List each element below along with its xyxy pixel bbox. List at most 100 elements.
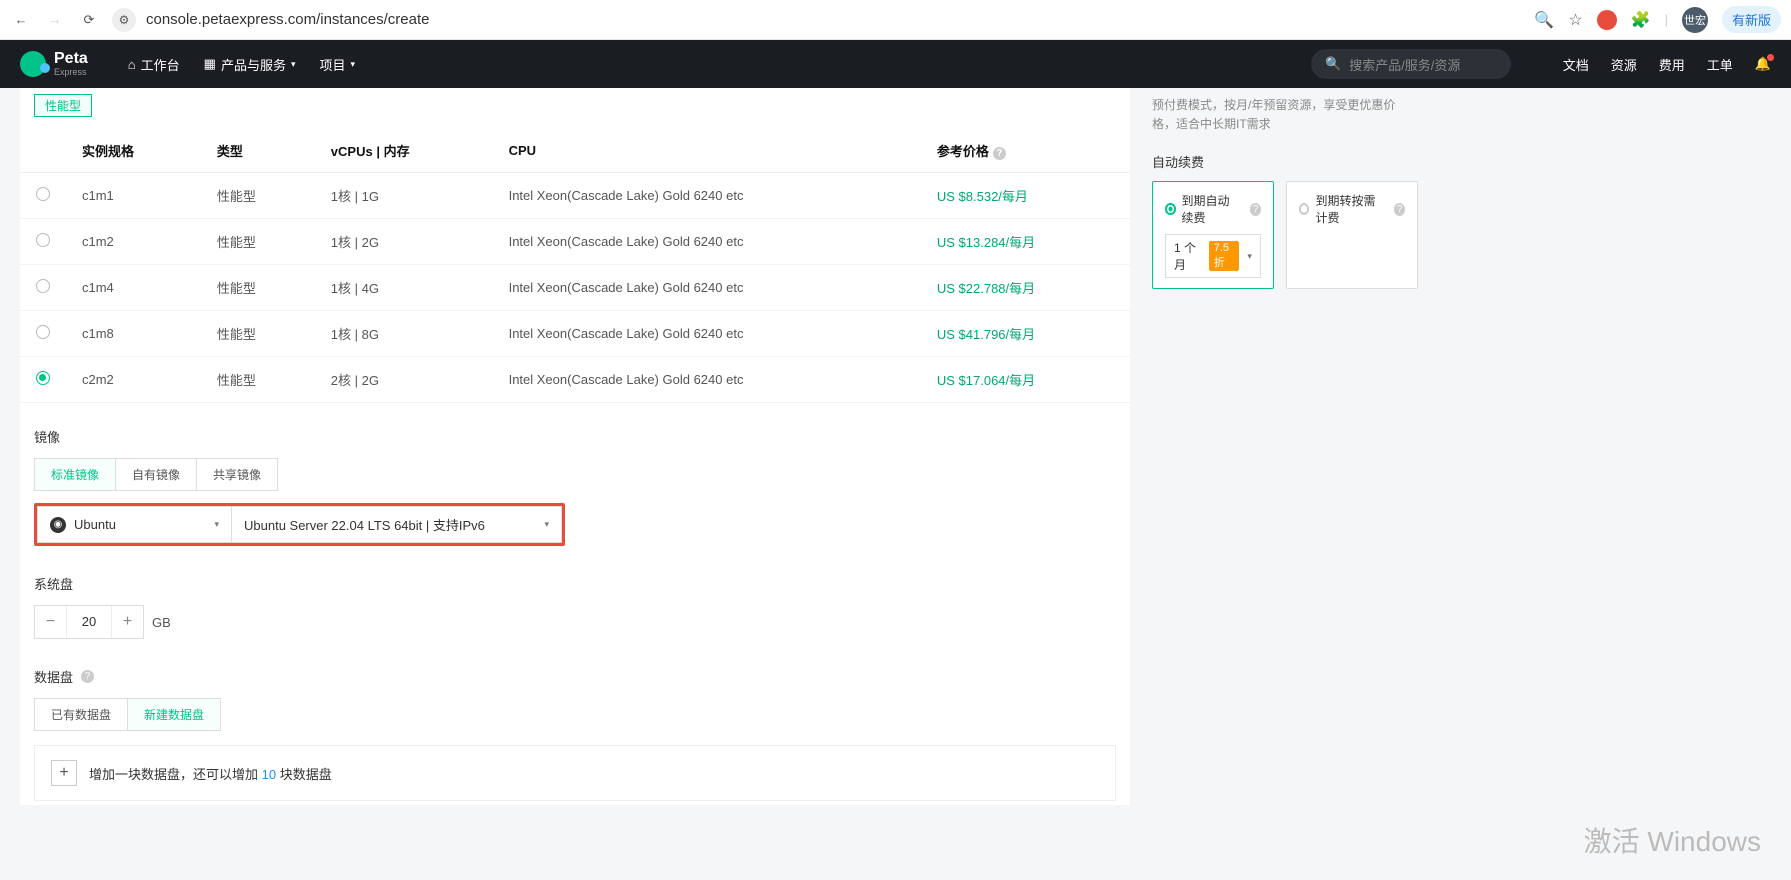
tab-standard-image[interactable]: 标准镜像: [35, 459, 116, 490]
nav-resources[interactable]: 资源: [1611, 55, 1637, 74]
cell-cpu: Intel Xeon(Cascade Lake) Gold 6240 etc: [493, 265, 921, 311]
convert-ondemand-option[interactable]: 到期转按需计费 ?: [1286, 181, 1418, 289]
table-row[interactable]: c1m2性能型1核 | 2GIntel Xeon(Cascade Lake) G…: [20, 219, 1130, 265]
cell-vcpu: 1核 | 2G: [315, 219, 493, 265]
radio-icon[interactable]: [36, 279, 50, 293]
forward-icon[interactable]: →: [44, 9, 66, 31]
zoom-icon[interactable]: 🔍: [1534, 10, 1554, 30]
sysdisk-stepper: − 20 + GB: [34, 605, 1116, 639]
nav-tickets[interactable]: 工单: [1707, 55, 1733, 74]
cell-type: 性能型: [201, 311, 315, 357]
tab-existing-disk[interactable]: 已有数据盘: [35, 699, 128, 730]
cell-spec: c1m2: [66, 219, 201, 265]
search-icon: 🔍: [1325, 56, 1341, 72]
logo[interactable]: Peta Express: [20, 51, 88, 77]
add-disk-row[interactable]: + 增加一块数据盘，还可以增加 10 块数据盘: [34, 745, 1116, 801]
cell-price: US $17.064/每月: [921, 357, 1130, 403]
auto-renew-label: 自动续费: [1152, 152, 1418, 171]
cell-vcpu: 1核 | 1G: [315, 173, 493, 219]
table-row[interactable]: c2m2性能型2核 | 2GIntel Xeon(Cascade Lake) G…: [20, 357, 1130, 403]
os-version-select[interactable]: Ubuntu Server 22.04 LTS 64bit | 支持IPv6 ▾: [232, 506, 562, 543]
extension-icon[interactable]: [1597, 10, 1617, 30]
chevron-down-icon: ▾: [1247, 251, 1252, 262]
cell-type: 性能型: [201, 357, 315, 403]
star-icon[interactable]: ☆: [1568, 10, 1582, 30]
radio-icon[interactable]: [36, 371, 50, 385]
cell-price: US $13.284/每月: [921, 219, 1130, 265]
auto-renew-option[interactable]: 到期自动续费 ? 1 个月 7.5折 ▾: [1152, 181, 1274, 289]
chevron-down-icon: ▾: [351, 59, 356, 70]
top-nav: Peta Express ⌂ 工作台 ▦ 产品与服务 ▾ 项目 ▾ 🔍 搜索产品…: [0, 40, 1791, 88]
table-row[interactable]: c1m4性能型1核 | 4GIntel Xeon(Cascade Lake) G…: [20, 265, 1130, 311]
th-cpu: CPU: [493, 129, 921, 173]
cell-type: 性能型: [201, 219, 315, 265]
spec-type-tag[interactable]: 性能型: [34, 94, 92, 117]
search-placeholder: 搜索产品/服务/资源: [1349, 55, 1460, 74]
convert-option-label: 到期转按需计费: [1315, 192, 1384, 226]
os-select-value: Ubuntu: [74, 517, 116, 532]
notification-dot: [1767, 54, 1774, 61]
tab-own-image[interactable]: 自有镜像: [116, 459, 197, 490]
table-row[interactable]: c1m1性能型1核 | 1GIntel Xeon(Cascade Lake) G…: [20, 173, 1130, 219]
radio-icon: [1165, 203, 1176, 215]
cell-price: US $41.796/每月: [921, 311, 1130, 357]
info-icon[interactable]: ?: [1250, 203, 1261, 216]
update-button[interactable]: 有新版: [1722, 6, 1781, 33]
cell-cpu: Intel Xeon(Cascade Lake) Gold 6240 etc: [493, 357, 921, 403]
os-select[interactable]: ◉ Ubuntu ▾: [37, 506, 232, 543]
cell-cpu: Intel Xeon(Cascade Lake) Gold 6240 etc: [493, 311, 921, 357]
back-icon[interactable]: ←: [10, 9, 32, 31]
cell-spec: c1m1: [66, 173, 201, 219]
notifications-icon[interactable]: 🔔: [1755, 56, 1771, 72]
table-row[interactable]: c1m8性能型1核 | 8GIntel Xeon(Cascade Lake) G…: [20, 311, 1130, 357]
nav-project[interactable]: 项目 ▾: [320, 55, 356, 74]
cell-type: 性能型: [201, 265, 315, 311]
datadisk-section-title: 数据盘 ?: [34, 667, 1116, 686]
url-text: console.petaexpress.com/instances/create: [146, 11, 429, 28]
decrease-button[interactable]: −: [35, 606, 67, 638]
cell-type: 性能型: [201, 173, 315, 219]
grid-icon: ▦: [204, 56, 216, 72]
plus-icon[interactable]: +: [51, 760, 77, 786]
info-icon[interactable]: ?: [1394, 203, 1405, 216]
add-disk-text: 增加一块数据盘，还可以增加 10 块数据盘: [89, 764, 332, 783]
extensions-icon[interactable]: 🧩: [1631, 10, 1651, 30]
info-icon[interactable]: ?: [81, 670, 94, 683]
th-type: 类型: [201, 129, 315, 173]
th-price: 参考价格?: [921, 129, 1130, 173]
profile-avatar[interactable]: 世宏: [1682, 7, 1708, 33]
radio-icon[interactable]: [36, 325, 50, 339]
increase-button[interactable]: +: [111, 606, 143, 638]
nav-billing[interactable]: 费用: [1659, 55, 1685, 74]
windows-watermark: 激活 Windows: [1584, 820, 1761, 860]
info-icon[interactable]: ?: [993, 147, 1006, 160]
address-bar[interactable]: ⚙ console.petaexpress.com/instances/crea…: [112, 8, 1522, 32]
cell-spec: c1m8: [66, 311, 201, 357]
logo-text: Peta: [54, 51, 88, 67]
reload-icon[interactable]: ⟳: [78, 9, 100, 31]
image-section-title: 镜像: [34, 427, 1116, 446]
nav-products[interactable]: ▦ 产品与服务 ▾: [204, 55, 296, 74]
home-icon: ⌂: [128, 57, 136, 72]
nav-docs[interactable]: 文档: [1563, 55, 1589, 74]
prepay-note: 预付费模式，按月/年预留资源，享受更优惠价格，适合中长期IT需求: [1152, 96, 1418, 134]
radio-icon: [1299, 203, 1310, 215]
image-tabs: 标准镜像 自有镜像 共享镜像: [34, 458, 278, 491]
nav-workspace[interactable]: ⌂ 工作台: [128, 55, 180, 74]
radio-icon[interactable]: [36, 187, 50, 201]
tab-shared-image[interactable]: 共享镜像: [197, 459, 277, 490]
search-input[interactable]: 🔍 搜索产品/服务/资源: [1311, 49, 1511, 79]
tab-new-disk[interactable]: 新建数据盘: [128, 699, 220, 730]
nav-products-label: 产品与服务: [221, 55, 286, 74]
cell-spec: c2m2: [66, 357, 201, 403]
cell-cpu: Intel Xeon(Cascade Lake) Gold 6240 etc: [493, 219, 921, 265]
radio-icon[interactable]: [36, 233, 50, 247]
cell-vcpu: 2核 | 2G: [315, 357, 493, 403]
th-vcpu: vCPUs | 内存: [315, 129, 493, 173]
duration-select[interactable]: 1 个月 7.5折 ▾: [1165, 234, 1261, 278]
sysdisk-value[interactable]: 20: [67, 606, 111, 638]
image-select-highlight: ◉ Ubuntu ▾ Ubuntu Server 22.04 LTS 64bit…: [34, 503, 565, 546]
cell-price: US $8.532/每月: [921, 173, 1130, 219]
nav-project-label: 项目: [320, 55, 346, 74]
site-settings-icon[interactable]: ⚙: [112, 8, 136, 32]
